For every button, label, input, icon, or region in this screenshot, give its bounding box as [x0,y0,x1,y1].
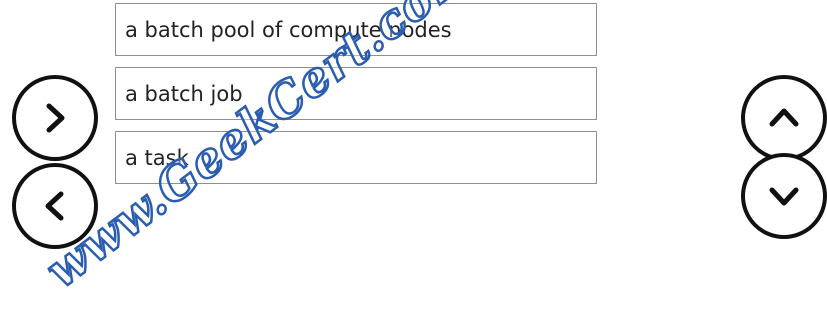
move-up-button[interactable] [741,75,827,161]
answer-item[interactable]: a batch job [115,67,597,120]
answer-item-label: a batch job [125,81,243,106]
answer-item[interactable]: a task [115,131,597,184]
answer-item[interactable]: a batch pool of compute nodes [115,3,597,56]
answer-item-label: a task [125,145,189,170]
answer-item-label: a batch pool of compute nodes [125,17,452,42]
move-right-button[interactable] [12,75,98,161]
move-down-button[interactable] [741,153,827,239]
chevron-up-icon [769,108,799,127]
chevron-right-icon [46,103,65,133]
chevron-down-icon [769,187,799,206]
chevron-left-icon [45,191,64,221]
move-left-button[interactable] [12,163,98,249]
